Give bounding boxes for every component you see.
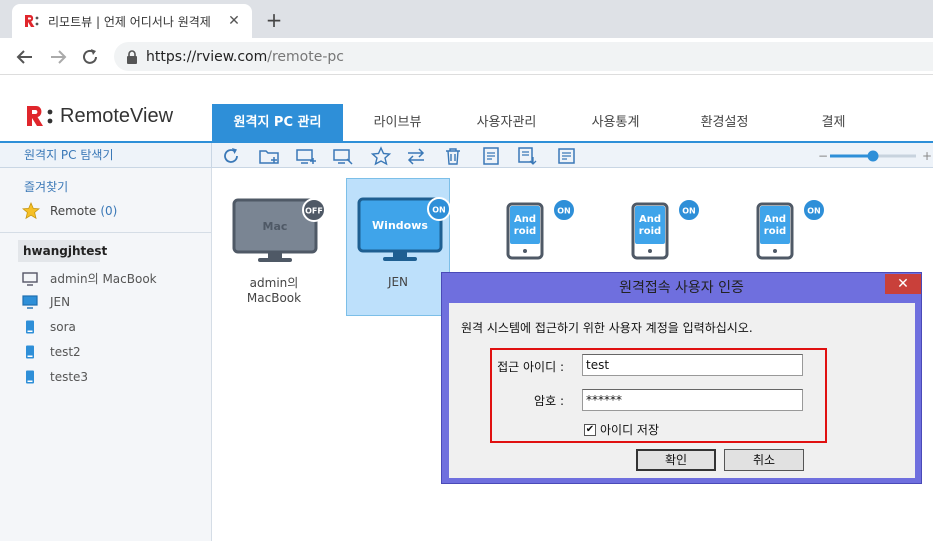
status-badge-on: ON xyxy=(682,207,696,216)
delete-icon[interactable] xyxy=(442,146,464,166)
auth-dialog: 원격접속 사용자 인증 ✕ 원격 시스템에 접근하기 위한 사용자 계정을 입력… xyxy=(441,272,922,484)
sidebar-pc-sora[interactable]: sora xyxy=(22,320,76,334)
tab-close-icon[interactable]: ✕ xyxy=(226,13,242,29)
browser-tab-title: 리모트뷰 | 언제 어디서나 원격제 xyxy=(48,14,211,29)
svg-text:−: − xyxy=(818,149,828,163)
password-input[interactable] xyxy=(582,389,803,411)
favorite-label: Remote xyxy=(50,204,97,218)
device-label: admin의 xyxy=(249,276,299,290)
browser-tab[interactable]: 리모트뷰 | 언제 어디서나 원격제 ✕ xyxy=(12,4,252,38)
id-label: 접근 아이디 : xyxy=(497,360,564,374)
remoteview-logo[interactable]: RemoteView xyxy=(24,103,173,129)
main-nav: 원격지 PC 관리 라이브뷰 사용자관리 사용통계 환경설정 결제 xyxy=(212,104,888,141)
import-list-icon[interactable] xyxy=(556,146,578,166)
status-badge-on: ON xyxy=(432,206,446,215)
add-folder-icon[interactable] xyxy=(258,146,280,166)
remoteview-logo-icon xyxy=(27,106,53,126)
device-tile-jen[interactable]: Windows ON JEN xyxy=(346,178,451,316)
sidebar-pc-label: sora xyxy=(50,320,76,334)
dialog-title: 원격접속 사용자 인증 xyxy=(619,280,744,296)
favorite-star-icon[interactable] xyxy=(370,146,392,166)
sidebar-pc-label: JEN xyxy=(50,295,71,309)
svg-text:roid: roid xyxy=(764,226,786,237)
lock-icon xyxy=(127,49,137,64)
tab-remote-pc-management[interactable]: 원격지 PC 관리 xyxy=(212,104,343,141)
sidebar-pc-teste3[interactable]: teste3 xyxy=(22,370,88,384)
rview-favicon-icon xyxy=(25,15,39,27)
status-badge-on: ON xyxy=(557,207,571,216)
pc-settings-icon[interactable] xyxy=(332,146,354,166)
sidebar-pc-label: teste3 xyxy=(50,370,89,384)
windows-monitor-icon: Windows ON xyxy=(357,197,451,261)
tab-usage-statistics[interactable]: 사용통계 xyxy=(561,104,670,141)
address-bar: https://rview.com/remote-pc xyxy=(0,38,933,75)
svg-text:roid: roid xyxy=(514,226,536,237)
sidebar-pc-jen[interactable]: JEN xyxy=(22,295,70,309)
browser-tab-strip: 리모트뷰 | 언제 어디서나 원격제 ✕ + xyxy=(0,0,933,38)
device-label: MacBook xyxy=(246,291,302,305)
tab-liveview[interactable]: 라이브뷰 xyxy=(343,104,452,141)
mac-monitor-icon: Mac OFF xyxy=(232,198,326,262)
new-tab-button[interactable]: + xyxy=(262,8,286,32)
move-arrows-icon[interactable] xyxy=(405,146,427,166)
tablet-icon xyxy=(26,320,34,334)
favorite-count: (0) xyxy=(100,204,118,218)
favorite-item-remote[interactable]: Remote (0) xyxy=(22,202,117,220)
forward-arrow-icon[interactable] xyxy=(47,46,69,68)
android-device-icon: And roid ON xyxy=(631,198,701,260)
svg-text:+: + xyxy=(922,149,932,163)
sidebar-pc-admin-macbook[interactable]: admin의 MacBook xyxy=(22,270,157,287)
save-id-label: 아이디 저장 xyxy=(600,423,660,437)
monitor-icon xyxy=(22,271,38,286)
status-badge-off: OFF xyxy=(305,207,323,216)
device-tile-admin-macbook[interactable]: Mac OFF admin의 MacBook xyxy=(222,180,326,318)
toolbar: 원격지 PC 탐색기 − + xyxy=(0,141,933,168)
svg-text:roid: roid xyxy=(639,226,661,237)
svg-text:And: And xyxy=(514,214,536,225)
password-label: 암호 : xyxy=(534,394,564,408)
sidebar: 즐겨찾기 Remote (0) hwangjhtest admin의 MacBo… xyxy=(0,168,212,541)
sidebar-pc-label: test2 xyxy=(50,345,81,359)
favorites-title[interactable]: 즐겨찾기 xyxy=(24,178,68,195)
reload-icon[interactable] xyxy=(79,46,101,68)
device-label: JEN xyxy=(387,275,409,289)
checkbox-check-icon: ✔ xyxy=(584,423,596,436)
url-host: https://rview.com xyxy=(146,48,268,65)
android-device-icon: And roid ON xyxy=(756,198,826,260)
export-list-icon[interactable] xyxy=(516,146,538,166)
svg-text:And: And xyxy=(764,214,786,225)
tablet-icon xyxy=(26,345,34,359)
id-input[interactable] xyxy=(582,354,803,376)
refresh-icon[interactable] xyxy=(220,146,242,166)
group-hwangjhtest[interactable]: hwangjhtest xyxy=(18,240,107,262)
android-device-icon: And roid ON xyxy=(506,198,576,260)
device-os-label: Mac xyxy=(263,220,288,233)
cancel-button[interactable]: 취소 xyxy=(724,449,804,471)
star-icon xyxy=(22,202,40,220)
monitor-icon xyxy=(22,295,38,309)
dialog-close-button[interactable]: ✕ xyxy=(885,274,921,294)
tab-user-management[interactable]: 사용자관리 xyxy=(452,104,561,141)
url-input[interactable]: https://rview.com/remote-pc xyxy=(114,42,933,71)
dialog-message: 원격 시스템에 접근하기 위한 사용자 계정을 입력하십시오. xyxy=(461,321,753,335)
device-os-label: Windows xyxy=(372,219,428,232)
back-arrow-icon[interactable] xyxy=(14,46,36,68)
sidebar-pc-test2[interactable]: test2 xyxy=(22,345,81,359)
ok-button[interactable]: 확인 xyxy=(636,449,716,471)
sidebar-divider xyxy=(0,232,211,233)
svg-text:And: And xyxy=(639,214,661,225)
status-badge-on: ON xyxy=(807,207,821,216)
tab-billing[interactable]: 결제 xyxy=(779,104,888,141)
app-header: RemoteView 원격지 PC 관리 라이브뷰 사용자관리 사용통계 환경설… xyxy=(0,75,933,141)
tablet-icon xyxy=(26,370,34,384)
tab-settings[interactable]: 환경설정 xyxy=(670,104,779,141)
explorer-title: 원격지 PC 탐색기 xyxy=(0,143,212,168)
add-pc-icon[interactable] xyxy=(295,146,317,166)
brand-name: RemoteView xyxy=(60,104,174,127)
sidebar-pc-label: admin의 MacBook xyxy=(50,272,157,286)
memo-icon[interactable] xyxy=(480,146,502,166)
url-path: /remote-pc xyxy=(267,48,344,65)
zoom-slider[interactable]: − + xyxy=(818,148,933,164)
save-id-checkbox[interactable]: ✔ 아이디 저장 xyxy=(584,421,659,438)
